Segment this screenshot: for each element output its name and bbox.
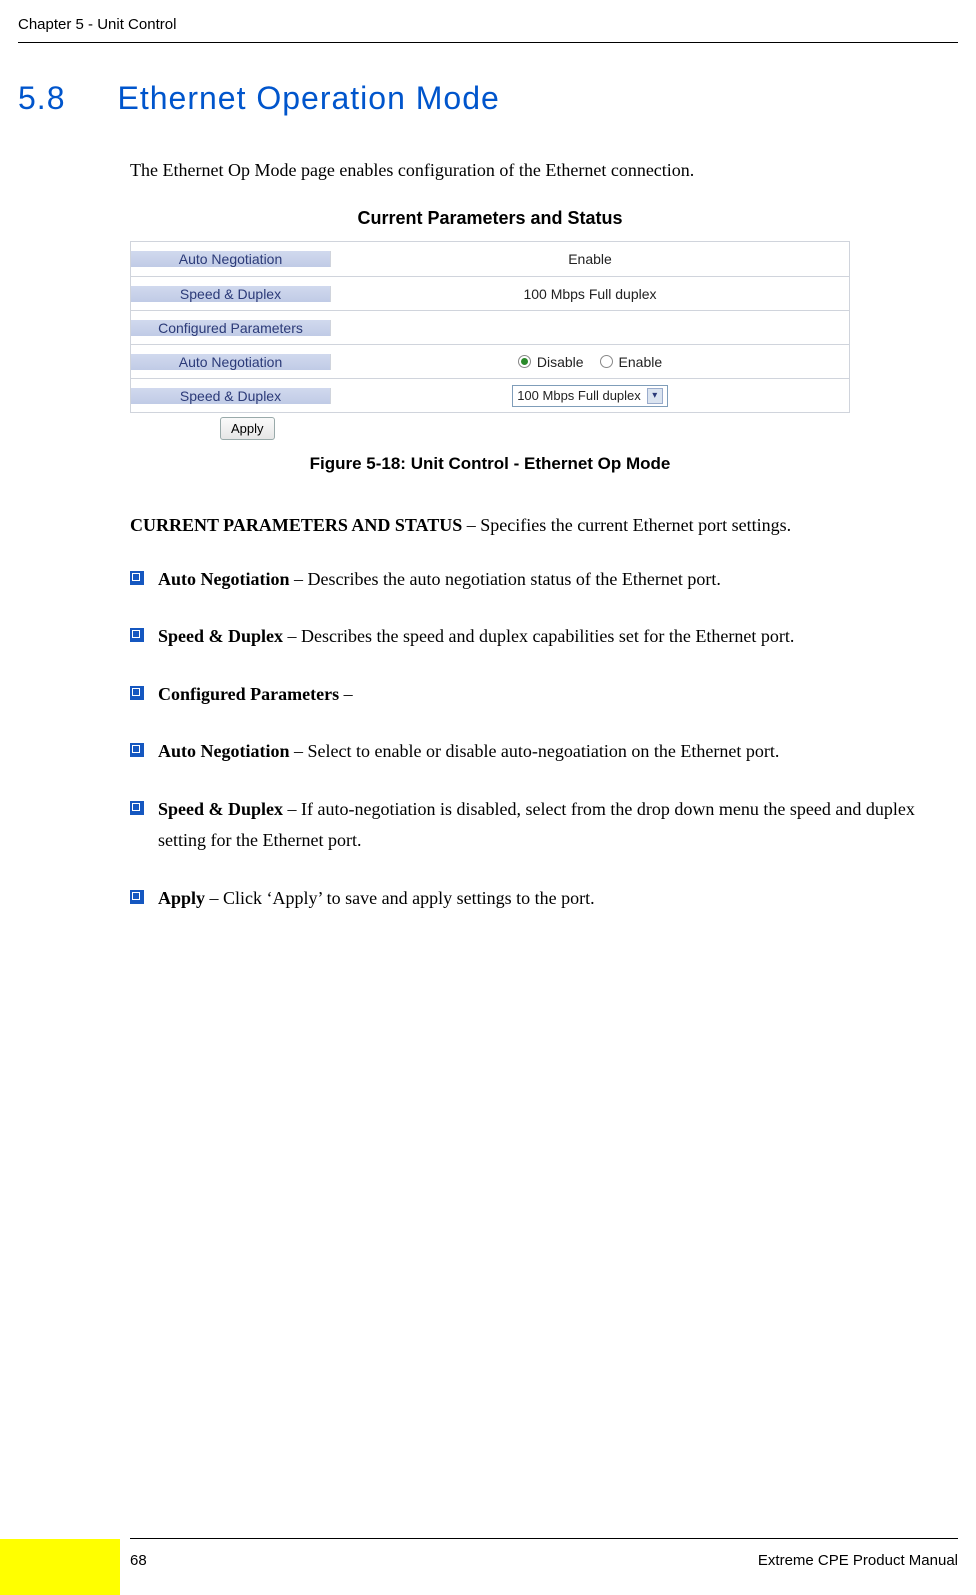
bullet-strong: Apply: [158, 888, 205, 908]
bullet-strong: Speed & Duplex: [158, 799, 283, 819]
apply-button[interactable]: Apply: [220, 417, 275, 440]
speed-duplex-select-value: 100 Mbps Full duplex: [517, 388, 641, 403]
bullet-strong: Auto Negotiation: [158, 741, 290, 761]
bullet-rest: – Describes the auto negotiation status …: [290, 569, 721, 589]
radio-enable-label: Enable: [619, 354, 663, 370]
row-speed-duplex-label: Speed & Duplex: [131, 286, 331, 302]
list-item: Speed & Duplex – Describes the speed and…: [130, 621, 940, 653]
row-auto-negotiation2-label: Auto Negotiation: [131, 354, 331, 370]
intro-paragraph: The Ethernet Op Mode page enables config…: [130, 156, 930, 185]
speed-duplex-select[interactable]: 100 Mbps Full duplex ▾: [512, 385, 668, 407]
bullet-rest: – Describes the speed and duplex capabil…: [283, 626, 794, 646]
list-item: Auto Negotiation – Select to enable or d…: [130, 736, 940, 768]
manual-title: Extreme CPE Product Manual: [758, 1552, 958, 1569]
current-params-rest: – Specifies the current Ethernet port se…: [462, 515, 791, 535]
list-item: Speed & Duplex – If auto-negotiation is …: [130, 794, 940, 857]
chevron-down-icon: ▾: [647, 388, 663, 404]
bullet-rest: – Select to enable or disable auto-negoa…: [290, 741, 780, 761]
list-item: Auto Negotiation – Describes the auto ne…: [130, 564, 940, 596]
row-speed-duplex2-label: Speed & Duplex: [131, 388, 331, 404]
params-table: Auto Negotiation Enable Speed & Duplex 1…: [130, 241, 850, 413]
apply-row: Apply: [130, 417, 850, 440]
bullet-list: Auto Negotiation – Describes the auto ne…: [130, 564, 940, 915]
current-params-strong: CURRENT PARAMETERS AND STATUS: [130, 515, 462, 535]
row-auto-negotiation-label: Auto Negotiation: [131, 251, 331, 267]
bullet-strong: Configured Parameters: [158, 684, 339, 704]
list-item: Apply – Click ‘Apply’ to save and apply …: [130, 883, 940, 915]
figure-panel-title: Current Parameters and Status: [130, 208, 850, 229]
row-speed-duplex-value: 100 Mbps Full duplex: [331, 286, 849, 302]
radio-disable[interactable]: [518, 355, 531, 368]
row-speed-duplex2-control: 100 Mbps Full duplex ▾: [331, 385, 849, 407]
section-title: Ethernet Operation Mode: [117, 80, 499, 116]
radio-disable-label: Disable: [537, 354, 584, 370]
footer-rule: [130, 1538, 958, 1539]
figure-block: Current Parameters and Status Auto Negot…: [130, 208, 850, 474]
row-auto-negotiation-value: Enable: [331, 251, 849, 267]
bullet-rest: – Click ‘Apply’ to save and apply settin…: [205, 888, 595, 908]
chapter-header: Chapter 5 - Unit Control: [18, 16, 176, 33]
bullet-strong: Auto Negotiation: [158, 569, 290, 589]
header-rule: [18, 42, 958, 43]
yellow-tab: [0, 1539, 120, 1595]
bullet-rest: –: [339, 684, 353, 704]
bullet-strong: Speed & Duplex: [158, 626, 283, 646]
page-number: 68: [130, 1552, 147, 1569]
list-item: Configured Parameters –: [130, 679, 940, 711]
figure-caption: Figure 5-18: Unit Control - Ethernet Op …: [130, 454, 850, 474]
body-content: CURRENT PARAMETERS AND STATUS – Specifie…: [130, 510, 940, 940]
row-configured-params-label: Configured Parameters: [131, 320, 331, 336]
current-params-paragraph: CURRENT PARAMETERS AND STATUS – Specifie…: [130, 510, 940, 542]
section-number: 5.8: [18, 80, 65, 116]
row-auto-negotiation2-controls: Disable Enable: [331, 354, 849, 370]
radio-enable[interactable]: [600, 355, 613, 368]
section-heading: 5.8 Ethernet Operation Mode: [18, 80, 918, 117]
